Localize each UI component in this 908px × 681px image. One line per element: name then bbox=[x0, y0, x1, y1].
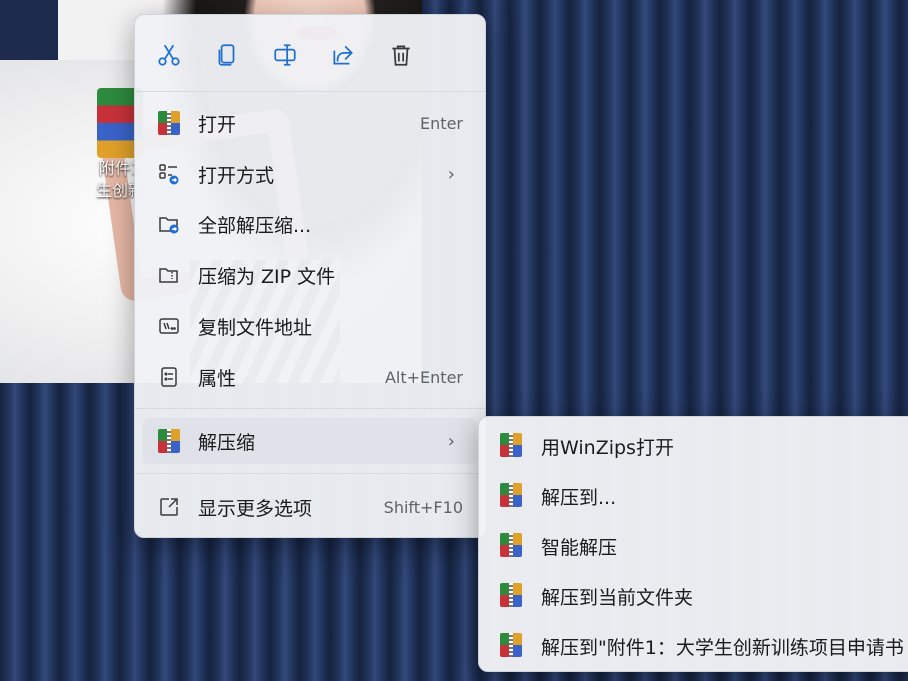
more-options-icon bbox=[156, 494, 182, 520]
menu-item-label: 压缩为 ZIP 文件 bbox=[198, 265, 336, 288]
extract-submenu: 用WinZips打开 解压到... 智能解压 解压到当前文件夹 解压到"附件1：… bbox=[478, 416, 908, 672]
extract-all-icon bbox=[156, 211, 182, 237]
menu-item-shortcut: Enter bbox=[420, 113, 463, 133]
copy-button[interactable] bbox=[207, 35, 247, 75]
menu-item-label: 全部解压缩... bbox=[198, 214, 312, 237]
chevron-right-icon: › bbox=[447, 430, 455, 452]
context-menu: 打开 Enter 打开方式 › 全部解压缩... 压缩为 ZIP 文件 复制文件… bbox=[134, 14, 486, 538]
share-button[interactable] bbox=[323, 35, 363, 75]
winzips-icon bbox=[500, 483, 526, 509]
copy-icon bbox=[218, 44, 235, 66]
submenu-item-smart-extract[interactable]: 智能解压 bbox=[487, 523, 907, 569]
winzips-icon bbox=[500, 433, 526, 459]
rename-button[interactable] bbox=[265, 35, 305, 75]
submenu-item-label: 用WinZips打开 bbox=[541, 436, 674, 459]
zip-folder-icon bbox=[156, 262, 182, 288]
submenu-item-label: 智能解压 bbox=[541, 536, 618, 559]
menu-item-copy-path[interactable]: 复制文件地址 bbox=[143, 303, 477, 349]
menu-item-label: 显示更多选项 bbox=[198, 497, 313, 520]
open-with-icon bbox=[156, 161, 182, 187]
menu-item-open[interactable]: 打开 Enter bbox=[143, 100, 477, 146]
context-menu-toolbar bbox=[135, 15, 485, 91]
submenu-item-label: 解压到当前文件夹 bbox=[541, 586, 694, 609]
cut-button[interactable] bbox=[149, 35, 189, 75]
winzips-icon bbox=[156, 428, 182, 454]
menu-item-shortcut: Alt+Enter bbox=[384, 367, 463, 387]
submenu-item-label: 解压到"附件1：大学生创新训练项目申请书 bbox=[541, 636, 904, 659]
chevron-right-icon: › bbox=[447, 163, 455, 185]
menu-item-extract[interactable]: 解压缩 › bbox=[143, 418, 477, 464]
menu-item-label: 打开 bbox=[198, 113, 237, 136]
winzips-icon bbox=[156, 110, 182, 136]
submenu-item-extract-to[interactable]: 解压到... bbox=[487, 473, 907, 519]
cut-icon bbox=[158, 44, 180, 66]
submenu-item-label: 解压到... bbox=[541, 486, 617, 509]
submenu-item-extract-here[interactable]: 解压到当前文件夹 bbox=[487, 573, 907, 619]
menu-item-label: 复制文件地址 bbox=[198, 316, 313, 339]
delete-button[interactable] bbox=[381, 35, 421, 75]
submenu-item-open-with-winzips[interactable]: 用WinZips打开 bbox=[487, 423, 907, 469]
rename-icon bbox=[274, 44, 296, 66]
menu-item-label: 打开方式 bbox=[198, 164, 275, 187]
menu-separator bbox=[135, 408, 485, 409]
menu-item-extract-all[interactable]: 全部解压缩... bbox=[143, 201, 477, 247]
menu-item-properties[interactable]: 属性 Alt+Enter bbox=[143, 354, 477, 400]
toolbar-separator bbox=[135, 91, 485, 92]
share-icon bbox=[333, 45, 353, 65]
menu-item-open-with[interactable]: 打开方式 › bbox=[143, 151, 477, 197]
winzips-icon bbox=[500, 633, 526, 659]
delete-icon bbox=[392, 45, 410, 66]
winzips-icon bbox=[500, 583, 526, 609]
menu-item-shortcut: Shift+F10 bbox=[383, 497, 463, 517]
menu-item-show-more-options[interactable]: 显示更多选项 Shift+F10 bbox=[143, 484, 477, 530]
menu-item-label: 属性 bbox=[198, 367, 237, 390]
menu-item-compress-zip[interactable]: 压缩为 ZIP 文件 bbox=[143, 252, 477, 298]
properties-icon bbox=[156, 364, 182, 390]
menu-item-label: 解压缩 bbox=[198, 431, 256, 454]
submenu-item-extract-to-folder[interactable]: 解压到"附件1：大学生创新训练项目申请书 bbox=[487, 623, 907, 669]
copy-path-icon bbox=[156, 313, 182, 339]
menu-separator bbox=[135, 473, 485, 474]
winzips-icon bbox=[500, 533, 526, 559]
